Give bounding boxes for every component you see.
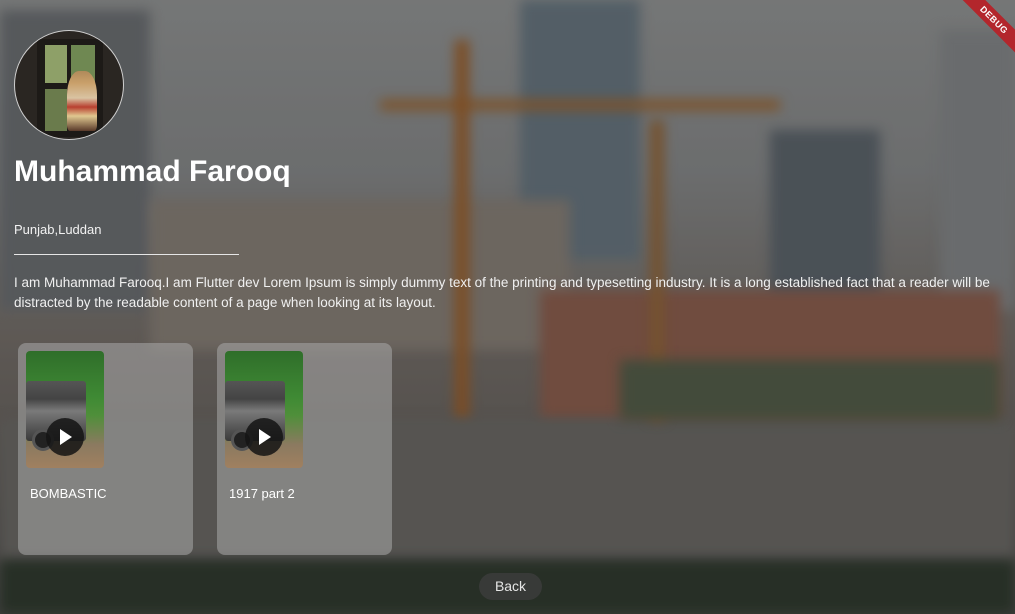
back-button[interactable]: Back <box>479 573 542 600</box>
avatar[interactable] <box>14 30 124 140</box>
profile-bio: I am Muhammad Farooq.I am Flutter dev Lo… <box>14 275 990 310</box>
video-title: 1917 part 2 <box>229 486 295 501</box>
profile-name: Muhammad Farooq <box>14 155 291 188</box>
divider <box>14 254 239 255</box>
video-title: BOMBASTIC <box>30 486 107 501</box>
profile-location: Punjab,Luddan <box>14 222 102 237</box>
video-card[interactable]: BOMBASTIC <box>18 343 193 555</box>
video-card[interactable]: 1917 part 2 <box>217 343 392 555</box>
play-icon[interactable] <box>245 418 283 456</box>
play-icon[interactable] <box>46 418 84 456</box>
